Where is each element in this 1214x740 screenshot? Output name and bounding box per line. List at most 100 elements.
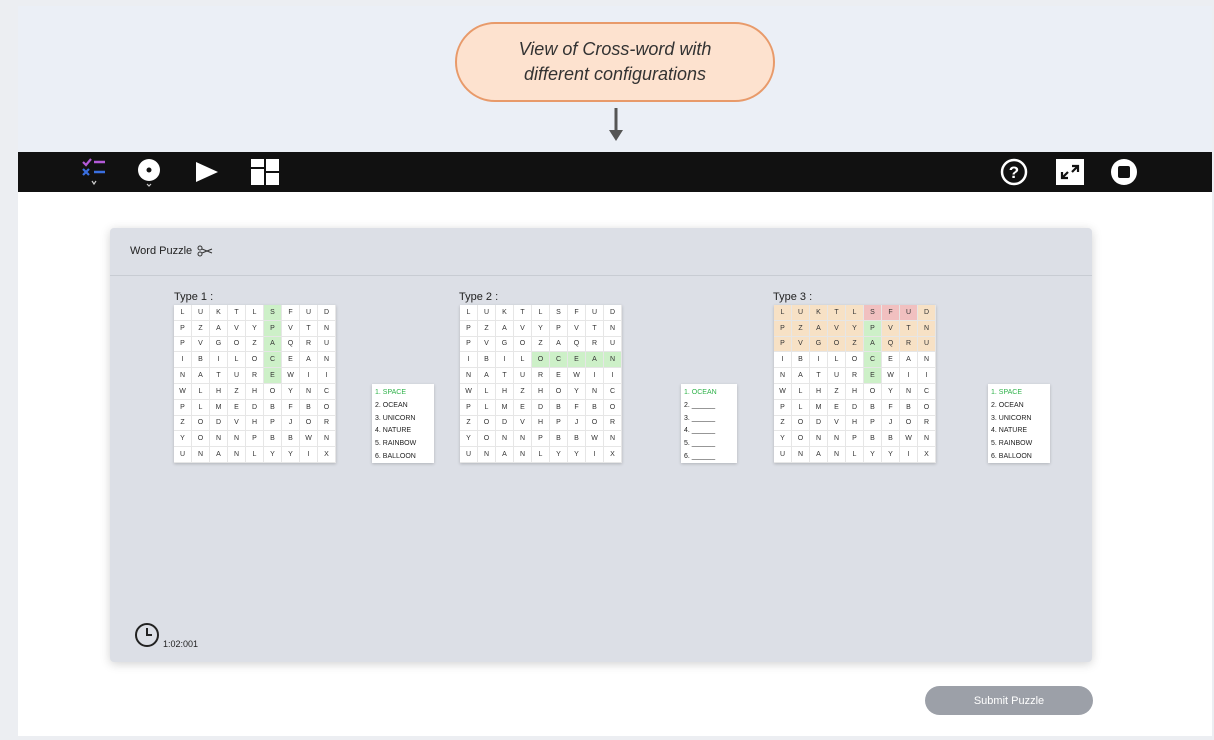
grid-cell[interactable]: I bbox=[210, 352, 228, 369]
grid-cell[interactable]: U bbox=[514, 368, 532, 384]
grid-cell[interactable]: Y bbox=[174, 431, 192, 448]
grid-cell[interactable]: O bbox=[792, 431, 810, 448]
grid-cell[interactable]: L bbox=[228, 352, 246, 369]
grid-cell[interactable]: O bbox=[192, 431, 210, 448]
grid-cell[interactable]: K bbox=[210, 305, 228, 321]
grid-cell[interactable]: F bbox=[282, 305, 300, 321]
grid-cell[interactable]: I bbox=[460, 352, 478, 369]
grid-cell[interactable]: Y bbox=[282, 447, 300, 463]
grid-cell[interactable]: H bbox=[532, 415, 550, 432]
grid-cell[interactable]: A bbox=[300, 352, 318, 369]
grid-cell[interactable]: Q bbox=[282, 336, 300, 353]
grid-cell[interactable]: O bbox=[604, 399, 622, 416]
grid-cell[interactable]: Y bbox=[246, 320, 264, 337]
grid-cell[interactable]: I bbox=[318, 368, 336, 384]
grid-cell[interactable]: A bbox=[900, 352, 918, 369]
grid-cell[interactable]: J bbox=[882, 415, 900, 432]
grid-cell[interactable]: P bbox=[460, 399, 478, 416]
grid-cell[interactable]: E bbox=[264, 368, 282, 384]
grid-cell[interactable]: N bbox=[586, 384, 604, 400]
grid-cell[interactable]: T bbox=[828, 305, 846, 321]
grid-cell[interactable]: Y bbox=[846, 320, 864, 337]
grid-cell[interactable]: W bbox=[568, 368, 586, 384]
grid-cell[interactable]: T bbox=[586, 320, 604, 337]
grid-cell[interactable]: N bbox=[810, 431, 828, 448]
grid-cell[interactable]: U bbox=[192, 305, 210, 321]
grid-cell[interactable]: B bbox=[478, 352, 496, 369]
grid-cell[interactable]: V bbox=[828, 415, 846, 432]
grid-cell[interactable]: W bbox=[460, 384, 478, 400]
grid-cell[interactable]: P bbox=[174, 320, 192, 337]
grid-cell[interactable]: I bbox=[496, 352, 514, 369]
grid-cell[interactable]: D bbox=[532, 399, 550, 416]
grid-cell[interactable]: H bbox=[246, 384, 264, 400]
grid-cell[interactable]: A bbox=[810, 320, 828, 337]
grid-cell[interactable]: A bbox=[264, 336, 282, 353]
grid-cell[interactable]: A bbox=[586, 352, 604, 369]
grid-cell[interactable]: D bbox=[210, 415, 228, 432]
stop-icon[interactable] bbox=[1108, 158, 1140, 186]
grid-cell[interactable]: H bbox=[846, 384, 864, 400]
grid-cell[interactable]: L bbox=[192, 399, 210, 416]
grid-cell[interactable]: N bbox=[918, 431, 936, 448]
grid-cell[interactable]: A bbox=[550, 336, 568, 353]
submit-puzzle-button[interactable]: Submit Puzzle bbox=[925, 686, 1093, 715]
grid-cell[interactable]: N bbox=[228, 431, 246, 448]
grid-cell[interactable]: H bbox=[496, 384, 514, 400]
grid-cell[interactable]: X bbox=[918, 447, 936, 463]
grid-cell[interactable]: L bbox=[792, 384, 810, 400]
grid-cell[interactable]: Z bbox=[514, 384, 532, 400]
grid-cell[interactable]: L bbox=[532, 447, 550, 463]
grid-cell[interactable]: U bbox=[300, 305, 318, 321]
grid-cell[interactable]: L bbox=[846, 305, 864, 321]
grid-cell[interactable]: N bbox=[478, 447, 496, 463]
grid-cell[interactable]: J bbox=[568, 415, 586, 432]
grid-cell[interactable]: P bbox=[264, 320, 282, 337]
grid-cell[interactable]: A bbox=[210, 320, 228, 337]
grid-cell[interactable]: Z bbox=[192, 320, 210, 337]
grid-cell[interactable]: B bbox=[568, 431, 586, 448]
grid-cell[interactable]: U bbox=[604, 336, 622, 353]
grid-cell[interactable]: N bbox=[604, 320, 622, 337]
grid-cell[interactable]: U bbox=[478, 305, 496, 321]
grid-cell[interactable]: L bbox=[532, 305, 550, 321]
grid-cell[interactable]: O bbox=[514, 336, 532, 353]
grid-cell[interactable]: H bbox=[210, 384, 228, 400]
grid-cell[interactable]: I bbox=[604, 368, 622, 384]
grid-cell[interactable]: H bbox=[532, 384, 550, 400]
grid-cell[interactable]: P bbox=[864, 415, 882, 432]
grid-cell[interactable]: V bbox=[882, 320, 900, 337]
grid-cell[interactable]: P bbox=[774, 399, 792, 416]
grid-cell[interactable]: Z bbox=[792, 320, 810, 337]
grid-cell[interactable]: O bbox=[318, 399, 336, 416]
grid-cell[interactable]: D bbox=[496, 415, 514, 432]
grid-cell[interactable]: N bbox=[828, 447, 846, 463]
grid-cell[interactable]: V bbox=[228, 415, 246, 432]
grid-cell[interactable]: B bbox=[900, 399, 918, 416]
grid-cell[interactable]: D bbox=[604, 305, 622, 321]
grid-cell[interactable]: L bbox=[460, 305, 478, 321]
grid-cell[interactable]: Y bbox=[460, 431, 478, 448]
grid-cell[interactable]: P bbox=[550, 415, 568, 432]
grid-cell[interactable]: P bbox=[774, 320, 792, 337]
grid-cell[interactable]: B bbox=[882, 431, 900, 448]
grid-cell[interactable]: I bbox=[918, 368, 936, 384]
grid-cell[interactable]: N bbox=[514, 431, 532, 448]
grid-cell[interactable]: W bbox=[774, 384, 792, 400]
grid-cell[interactable]: A bbox=[478, 368, 496, 384]
grid-cell[interactable]: V bbox=[282, 320, 300, 337]
grid-cell[interactable]: P bbox=[174, 399, 192, 416]
help-icon[interactable]: ? bbox=[998, 158, 1030, 186]
grid-cell[interactable]: X bbox=[318, 447, 336, 463]
grid-cell[interactable]: S bbox=[864, 305, 882, 321]
grid-cell[interactable]: Z bbox=[228, 384, 246, 400]
grid-cell[interactable]: N bbox=[496, 431, 514, 448]
grid-cell[interactable]: D bbox=[246, 399, 264, 416]
grid-cell[interactable]: N bbox=[792, 447, 810, 463]
grid-cell[interactable]: E bbox=[550, 368, 568, 384]
grid-cell[interactable]: V bbox=[568, 320, 586, 337]
grid-cell[interactable]: P bbox=[846, 431, 864, 448]
grid-cell[interactable]: N bbox=[192, 447, 210, 463]
grid-cell[interactable]: A bbox=[810, 447, 828, 463]
grid-cell[interactable]: S bbox=[550, 305, 568, 321]
